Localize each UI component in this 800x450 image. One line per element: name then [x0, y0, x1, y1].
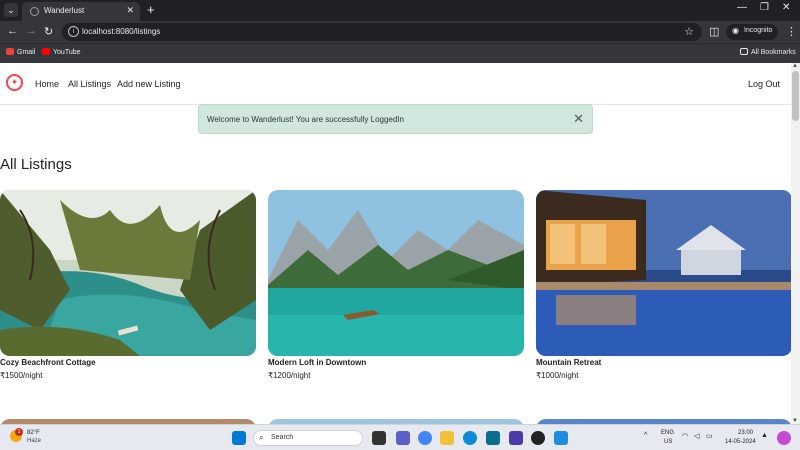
listing-image-beach[interactable] — [0, 190, 256, 356]
volume-icon[interactable]: ◁ — [694, 432, 699, 440]
app-icon[interactable] — [509, 431, 523, 445]
weather-temp[interactable]: 82°F — [27, 430, 40, 436]
notification-bell-icon[interactable]: ▲ — [761, 432, 768, 439]
vscode-icon[interactable] — [554, 431, 568, 445]
media-player-icon[interactable] — [531, 431, 545, 445]
scroll-thumb[interactable] — [792, 71, 799, 121]
back-icon[interactable]: ← — [7, 25, 18, 37]
reload-icon[interactable]: ↻ — [44, 25, 53, 38]
incognito-badge[interactable]: ◉ Incognito — [726, 24, 778, 40]
listing-card[interactable]: Mountain Retreat ₹1000/night — [536, 190, 792, 385]
tab-strip: ⌄ Wanderlust ✕ + — ❐ ✕ — [0, 0, 800, 21]
compass-icon[interactable]: ✦ — [6, 74, 23, 91]
flash-message: Welcome to Wanderlust! You are successfu… — [207, 115, 404, 124]
page-title: All Listings — [0, 156, 72, 173]
url-text[interactable]: localhost:8080/listings — [82, 27, 160, 36]
all-bookmarks[interactable]: All Bookmarks — [740, 48, 796, 56]
close-icon[interactable]: ✕ — [573, 111, 584, 127]
listing-image-pool[interactable] — [536, 190, 792, 356]
wifi-icon[interactable]: ◠ — [682, 432, 688, 440]
bookmark-star-icon[interactable]: ☆ — [684, 25, 694, 38]
menu-kebab-icon[interactable]: ⋮ — [786, 25, 797, 38]
taskbar-search[interactable]: ⌕ Search — [253, 430, 363, 446]
nav-all-listings-link[interactable]: All Listings — [68, 79, 111, 89]
folder-icon — [740, 48, 748, 55]
bookmarks-bar: Gmail YouTube All Bookmarks — [0, 43, 800, 63]
copilot-icon[interactable] — [777, 431, 791, 445]
file-explorer-icon[interactable] — [440, 431, 454, 445]
restore-icon[interactable]: ❐ — [760, 2, 769, 13]
listing-price: ₹1200/night — [268, 371, 311, 380]
listing-price: ₹1000/night — [536, 371, 579, 380]
browser-window: ⌄ Wanderlust ✕ + — ❐ ✕ ← → ↻ i localhost… — [0, 0, 800, 63]
listing-title: Modern Loft in Downtown — [268, 358, 367, 367]
scroll-up-icon[interactable]: ▲ — [792, 63, 798, 69]
battery-icon[interactable]: ▭ — [706, 432, 713, 440]
lang-secondary[interactable]: US — [664, 439, 672, 445]
info-icon[interactable]: i — [68, 26, 79, 37]
window-close-icon[interactable]: ✕ — [782, 2, 790, 13]
windows-start-icon[interactable] — [232, 431, 246, 445]
weather-desc[interactable]: Haze — [27, 438, 41, 444]
page-scrollbar[interactable]: ▲ ▼ — [791, 63, 800, 424]
lang-primary[interactable]: ENG — [661, 430, 674, 436]
close-icon[interactable]: ✕ — [126, 5, 134, 16]
listing-price: ₹1500/night — [0, 371, 43, 380]
incognito-label: Incognito — [744, 27, 773, 34]
page-viewport: ✦ Home All Listings Add new Listing Log … — [0, 63, 800, 424]
gmail-icon — [6, 48, 14, 55]
weather-badge: 1 — [15, 428, 23, 436]
task-view-icon[interactable] — [372, 431, 386, 445]
nav-add-listing-link[interactable]: Add new Listing — [117, 79, 181, 89]
search-icon: ⌕ — [259, 433, 264, 442]
tab-search-button[interactable]: ⌄ — [4, 3, 18, 17]
minimize-icon[interactable]: — — [737, 2, 747, 13]
chrome-icon[interactable] — [418, 431, 432, 445]
clock-time[interactable]: 23:00 — [738, 430, 753, 436]
extensions-icon[interactable]: ◫ — [709, 25, 719, 38]
navbar: ✦ Home All Listings Add new Listing Log … — [0, 63, 791, 105]
forward-icon[interactable]: → — [26, 25, 37, 37]
search-label: Search — [271, 434, 294, 441]
listing-title: Mountain Retreat — [536, 358, 602, 367]
chevron-up-icon[interactable]: ^ — [644, 432, 647, 439]
new-tab-button[interactable]: + — [147, 2, 155, 17]
youtube-icon — [42, 48, 50, 55]
windows-taskbar: 1 82°F Haze ⌕ Search ^ ENG US ◠ ◁ ▭ 23:0… — [0, 424, 800, 450]
flash-alert: Welcome to Wanderlust! You are successfu… — [198, 104, 593, 134]
listing-card[interactable]: Modern Loft in Downtown ₹1200/night — [268, 190, 524, 385]
tab-wanderlust[interactable]: Wanderlust ✕ — [22, 2, 140, 21]
tab-title: Wanderlust — [44, 6, 85, 15]
teams-icon[interactable] — [396, 431, 410, 445]
edge-icon[interactable] — [463, 431, 477, 445]
logout-link[interactable]: Log Out — [748, 79, 780, 89]
browser-toolbar: ← → ↻ i localhost:8080/listings ☆ ◫ ◉ In… — [0, 21, 800, 43]
listing-card[interactable]: Cozy Beachfront Cottage ₹1500/night — [0, 190, 256, 385]
globe-icon — [30, 7, 39, 16]
listing-image-lake[interactable] — [268, 190, 524, 356]
listing-title: Cozy Beachfront Cottage — [0, 358, 96, 367]
clock-date[interactable]: 14-05-2024 — [725, 439, 756, 445]
incognito-icon: ◉ — [732, 26, 739, 35]
bookmark-youtube[interactable]: YouTube — [42, 48, 81, 56]
address-bar[interactable]: i localhost:8080/listings ☆ — [62, 23, 702, 41]
store-icon[interactable] — [486, 431, 500, 445]
nav-home-link[interactable]: Home — [35, 79, 59, 89]
bookmark-gmail[interactable]: Gmail — [6, 48, 35, 56]
